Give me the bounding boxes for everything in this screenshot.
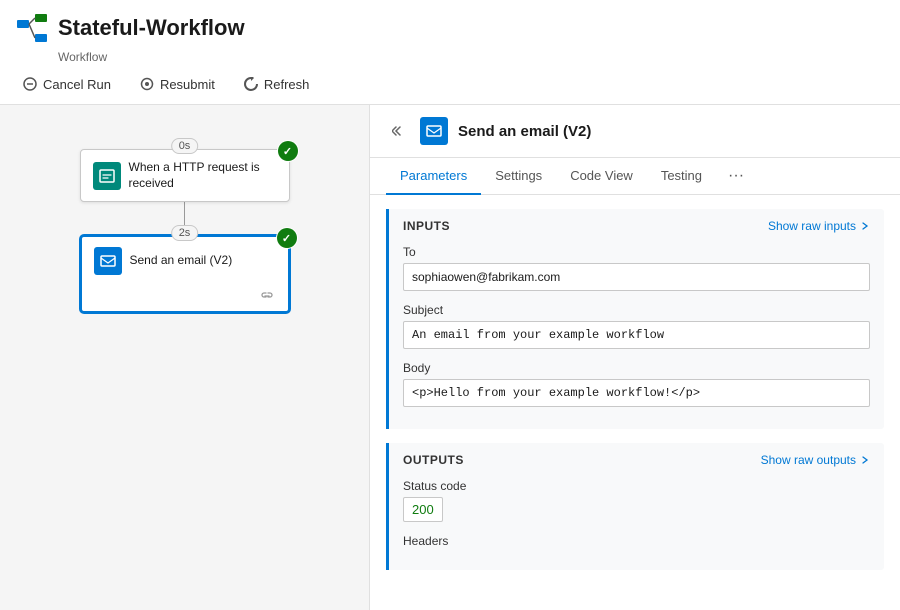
resubmit-icon [139,76,155,92]
step1-check-icon [278,141,298,161]
page-subtitle: Workflow [58,50,884,64]
step1-icon [93,162,121,190]
field-subject-value: An email from your example workflow [403,321,870,349]
outputs-section: OUTPUTS Show raw outputs Status code 200… [386,443,884,570]
field-status-code-label: Status code [403,479,870,493]
field-to: To sophiaowen@fabrikam.com [403,245,870,291]
page-title: Stateful-Workflow [58,15,245,41]
field-body-label: Body [403,361,870,375]
show-raw-outputs-link[interactable]: Show raw outputs [761,453,870,467]
collapse-button[interactable] [386,119,410,143]
detail-panel: Send an email (V2) Parameters Settings C… [370,105,900,610]
resubmit-button[interactable]: Resubmit [133,72,221,96]
show-raw-inputs-link[interactable]: Show raw inputs [768,219,870,233]
panel-header: Send an email (V2) [370,105,900,158]
step2-success-indicator [276,227,298,249]
step2-badge: 2s [171,225,199,241]
refresh-button[interactable]: Refresh [237,72,316,96]
step2-icon [94,247,122,275]
step2-check-icon [277,228,297,248]
cancel-icon [22,76,38,92]
main-container: 0s When a HTTP request is received [0,105,900,610]
field-headers: Headers [403,534,870,548]
status-code-value: 200 [403,497,443,522]
field-to-value: sophiaowen@fabrikam.com [403,263,870,291]
field-body: Body <p>Hello from your example workflow… [403,361,870,407]
refresh-icon [243,76,259,92]
tabs-bar: Parameters Settings Code View Testing ··… [370,158,900,195]
cancel-run-button[interactable]: Cancel Run [16,72,117,96]
field-to-label: To [403,245,870,259]
field-status-code: Status code 200 [403,479,870,522]
header: Stateful-Workflow Workflow Cancel Run Re… [0,0,900,105]
workflow-canvas: 0s When a HTTP request is received [0,105,370,610]
step-send-email[interactable]: 2s Send an email (V2) [80,235,290,313]
panel-title: Send an email (V2) [458,123,591,140]
workflow-icon [16,12,48,44]
outputs-title: OUTPUTS [403,453,464,467]
tab-settings[interactable]: Settings [481,158,556,195]
panel-content: INPUTS Show raw inputs To sophiaowen@fab… [370,195,900,610]
tab-more-button[interactable]: ··· [720,159,752,193]
tab-code-view[interactable]: Code View [556,158,647,195]
step1-title: When a HTTP request is received [129,160,277,191]
inputs-section: INPUTS Show raw inputs To sophiaowen@fab… [386,209,884,429]
inputs-title: INPUTS [403,219,450,233]
field-headers-label: Headers [403,534,870,548]
step1-success-indicator [277,140,299,162]
panel-icon [420,117,448,145]
tab-testing[interactable]: Testing [647,158,716,195]
step2-title: Send an email (V2) [130,253,233,269]
toolbar: Cancel Run Resubmit Refresh [16,64,884,96]
field-body-value: <p>Hello from your example workflow!</p> [403,379,870,407]
field-subject: Subject An email from your example workf… [403,303,870,349]
field-subject-label: Subject [403,303,870,317]
step1-badge: 0s [171,138,199,154]
link-icon [260,289,276,305]
step-http-request[interactable]: 0s When a HTTP request is received [80,149,290,202]
tab-parameters[interactable]: Parameters [386,158,481,195]
